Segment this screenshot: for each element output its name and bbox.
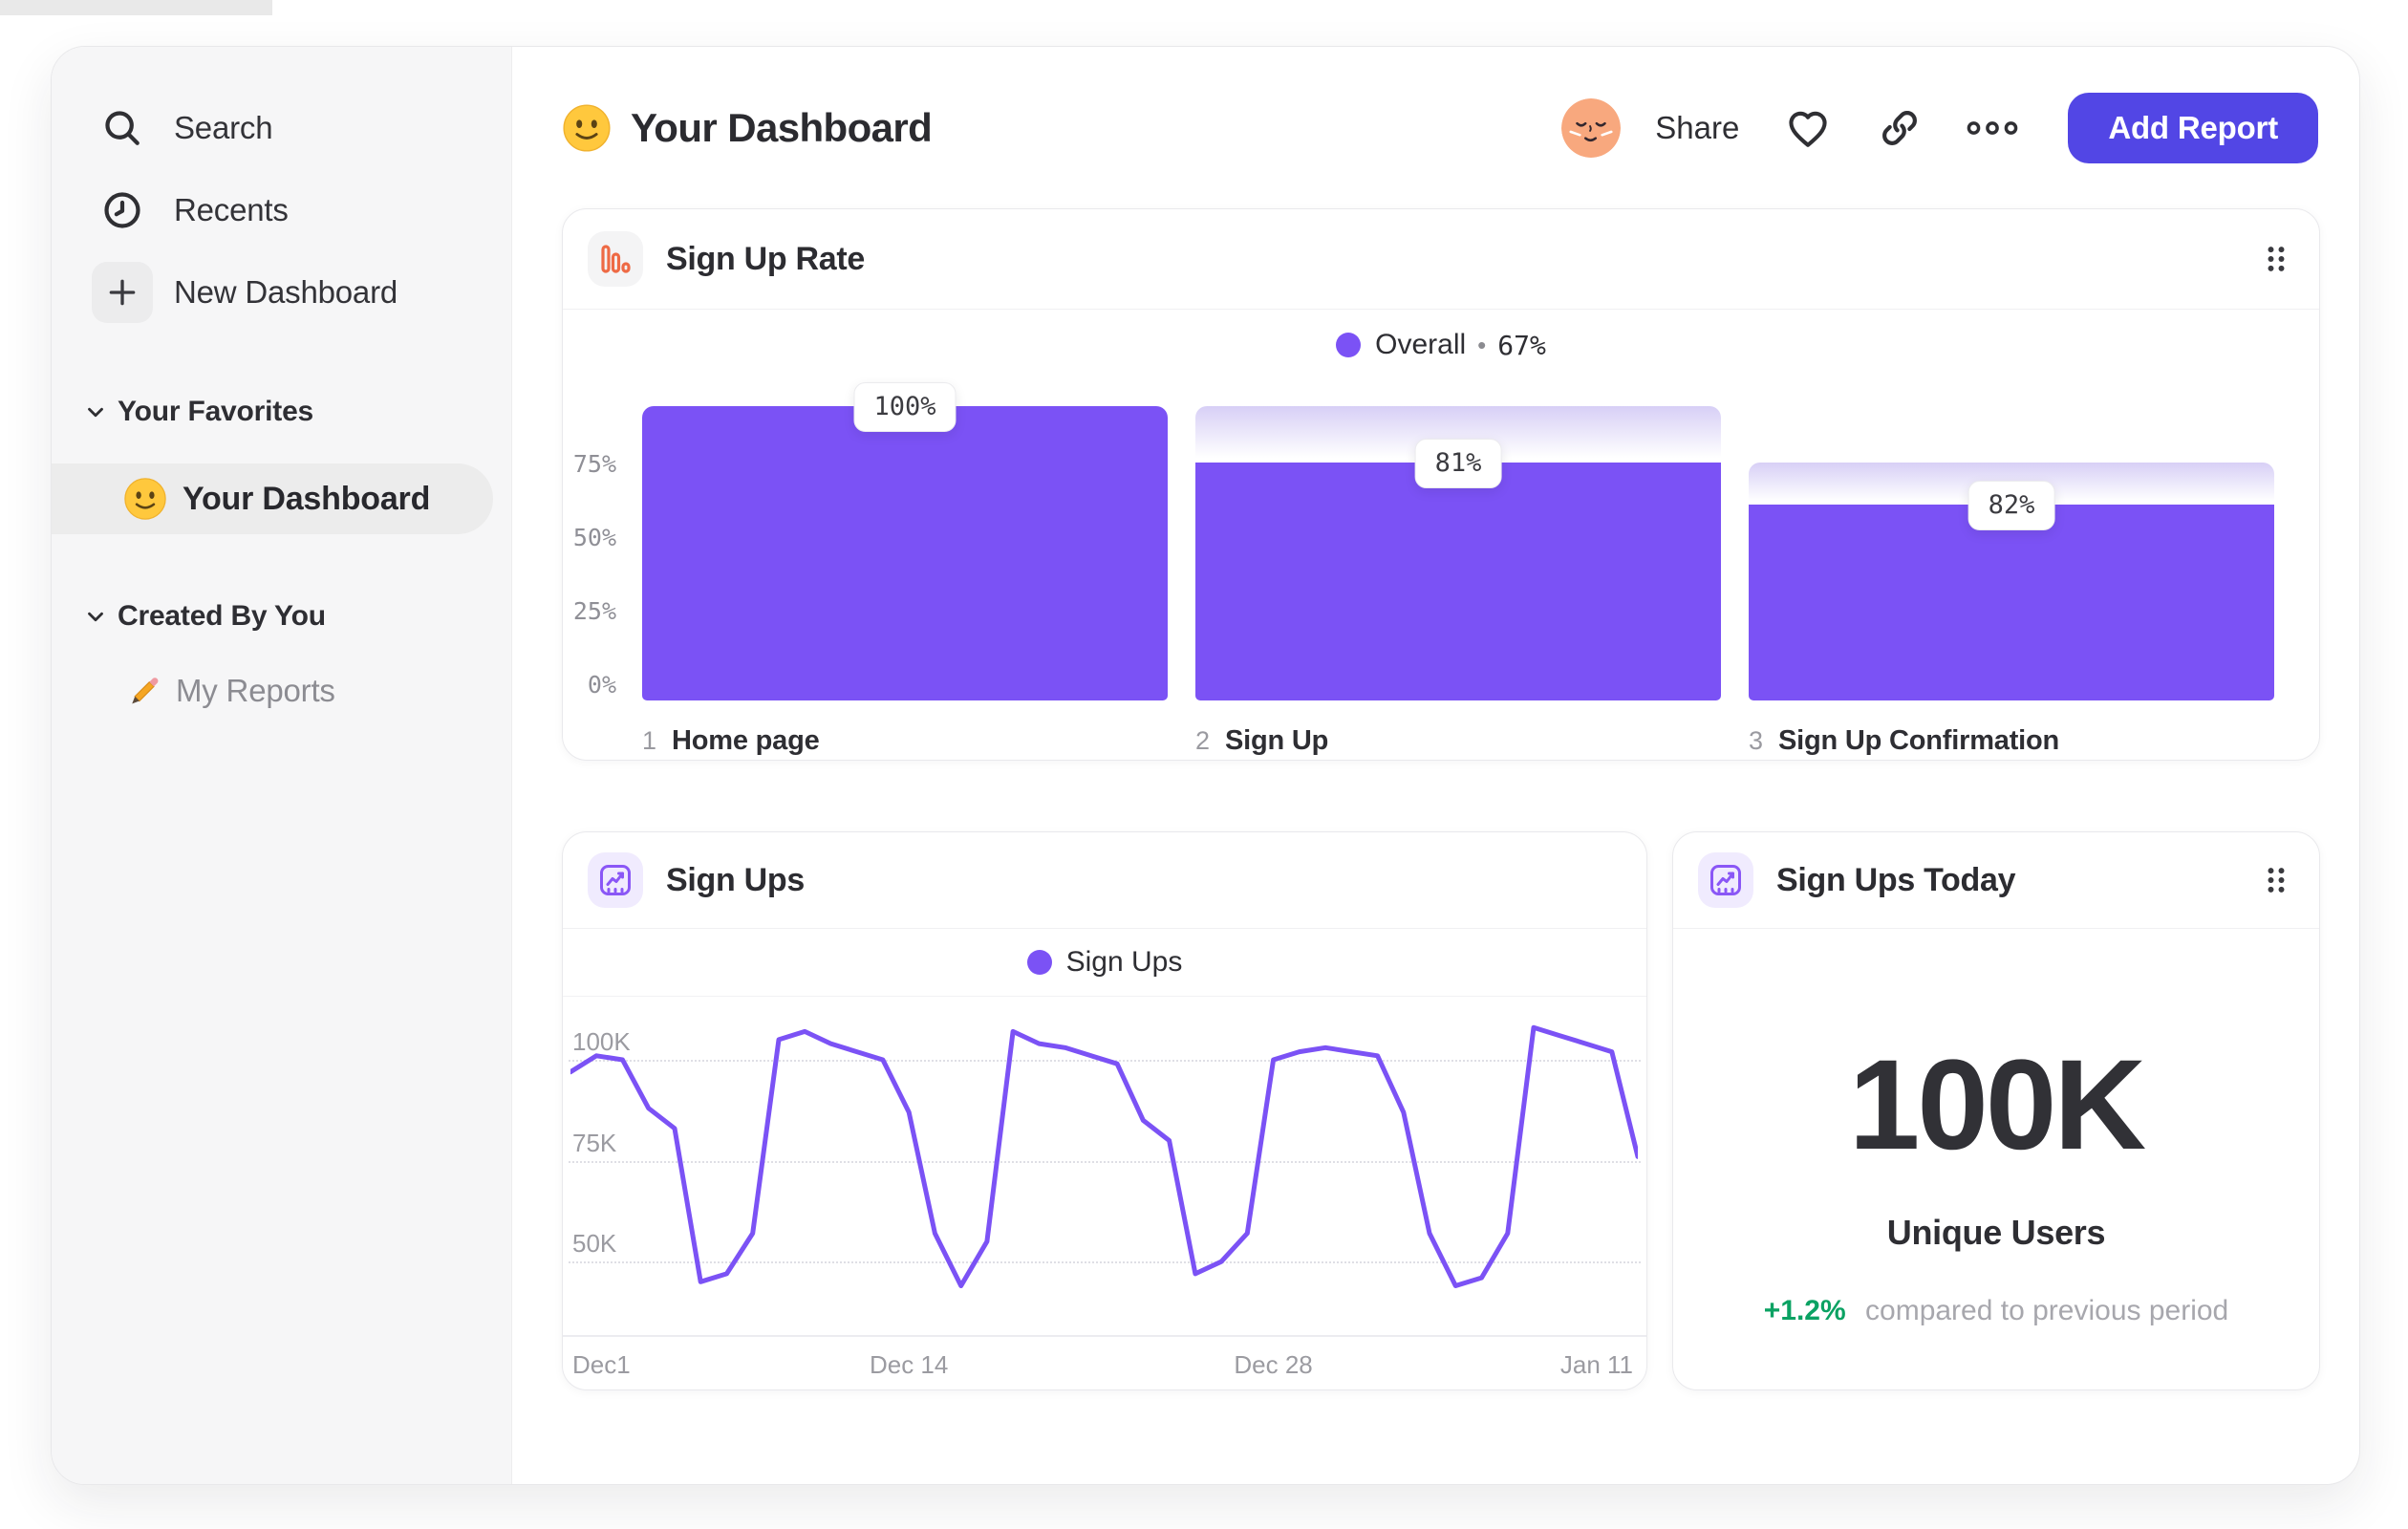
x-axis-tick: Dec1 <box>572 1350 631 1379</box>
search-icon <box>92 97 153 159</box>
sidebar-section-created-by-you[interactable]: Created By You <box>52 588 511 645</box>
conversion-label-chip: 82% <box>1967 481 2055 531</box>
heart-icon[interactable] <box>1783 103 1833 153</box>
line-legend[interactable]: Sign Ups <box>563 928 1646 997</box>
drag-handle-icon[interactable] <box>2266 244 2287 274</box>
conversion-label-chip: 100% <box>853 382 957 432</box>
sign-ups-card: Sign Ups Sign Ups 100K 75K 50K Dec1 Dec 14 D… <box>562 831 1647 1390</box>
sidebar-item-label: My Reports <box>176 673 335 708</box>
smiley-emoji <box>123 477 167 521</box>
kpi-value: 100K <box>1848 1034 2146 1176</box>
card-title: Sign Up Rate <box>666 240 865 277</box>
kpi-comparison-text: compared to previous period <box>1865 1295 2229 1326</box>
page-header: Your Dashboard Share Add Report <box>562 89 2318 167</box>
funnel-legend[interactable]: Overall • 67% <box>563 329 2319 361</box>
funnel-step-label: 1 Home page <box>642 725 820 756</box>
legend-separator: • <box>1477 330 1487 359</box>
sign-ups-today-card: Sign Ups Today 100K Unique Users +1.2% c… <box>1672 831 2320 1390</box>
funnel-bar[interactable]: 82% <box>1749 406 2274 700</box>
clock-icon <box>92 180 153 241</box>
card-header: Sign Ups Today <box>1673 832 2319 929</box>
line-chart-icon <box>1698 852 1753 908</box>
avatar[interactable] <box>1561 98 1622 158</box>
funnel-step-labels: 1 Home page 2 Sign Up 3 Sign Up Confirmation <box>642 725 2274 757</box>
chevron-down-icon <box>83 604 108 629</box>
funnel-bar[interactable]: 100% <box>642 382 1168 700</box>
bar-chart-icon <box>588 231 643 287</box>
app-window: Search Recents New Dashboard Your Favori… <box>51 46 2360 1485</box>
legend-dot <box>1026 949 1052 975</box>
sidebar-item-search[interactable]: Search <box>52 87 511 169</box>
card-header: Sign Ups <box>563 832 1646 929</box>
more-options-icon[interactable] <box>1967 118 2018 139</box>
funnel-step-label: 3 Sign Up Confirmation <box>1749 725 2060 756</box>
sidebar-item-label: New Dashboard <box>174 274 398 310</box>
page-title: Your Dashboard <box>631 105 933 150</box>
y-axis-tick: 25% <box>572 597 616 625</box>
kpi-delta-value: +1.2% <box>1763 1295 1846 1326</box>
x-axis-tick: Jan 11 <box>1559 1350 1633 1379</box>
sidebar-item-new-dashboard[interactable]: New Dashboard <box>52 251 511 334</box>
card-title: Sign Ups <box>666 861 805 898</box>
y-axis-tick: 50% <box>572 524 616 551</box>
funnel-bar-fill <box>1195 462 1721 700</box>
sidebar-section-your-favorites[interactable]: Your Favorites <box>52 383 511 441</box>
link-icon[interactable] <box>1877 105 1923 151</box>
funnel-step-label: 2 Sign Up <box>1195 725 1329 756</box>
conversion-label-chip: 81% <box>1414 438 1502 488</box>
pencil-emoji <box>120 671 161 711</box>
chevron-down-icon <box>83 399 108 424</box>
x-axis-tick: Dec 14 <box>869 1350 949 1379</box>
section-title: Your Favorites <box>118 396 314 427</box>
share-button[interactable]: Share <box>1655 110 1739 146</box>
drag-handle-icon[interactable] <box>2266 865 2287 895</box>
page-title-group: Your Dashboard <box>562 78 933 178</box>
kpi-delta-row: +1.2% compared to previous period <box>1673 1293 2319 1329</box>
header-actions: Share Add Report <box>1561 93 2318 163</box>
line-chart-icon <box>588 852 643 908</box>
sidebar-item-label: Search <box>174 110 273 145</box>
legend-dot <box>1336 333 1362 357</box>
card-title: Sign Ups Today <box>1776 861 2016 898</box>
y-axis-tick: 75% <box>572 450 616 478</box>
legend-label: Overall <box>1375 329 1467 360</box>
sidebar-item-my-reports[interactable]: My Reports <box>52 655 511 727</box>
main-content: Your Dashboard Share Add Report Sign Up … <box>512 47 2359 1484</box>
legend-label: Sign Ups <box>1065 945 1183 978</box>
background-window-edge <box>0 0 272 15</box>
sidebar: Search Recents New Dashboard Your Favori… <box>52 47 512 1484</box>
sidebar-item-recents[interactable]: Recents <box>52 169 511 251</box>
y-axis-tick: 0% <box>587 671 616 699</box>
x-axis-line <box>563 1335 1646 1337</box>
x-axis-tick: Dec 28 <box>1234 1350 1313 1379</box>
card-header: Sign Up Rate <box>563 209 2319 310</box>
sidebar-item-label: Recents <box>174 192 289 227</box>
funnel-bar-fill <box>642 406 1168 700</box>
kpi-caption: Unique Users <box>1886 1213 2106 1252</box>
section-title: Created By You <box>118 600 326 632</box>
funnel-bar[interactable]: 81% <box>1195 406 1721 700</box>
plus-icon <box>92 262 153 323</box>
line-series <box>570 1024 1638 1288</box>
funnel-bar-fill <box>1749 505 2274 700</box>
legend-value: 67% <box>1497 329 1546 361</box>
sidebar-item-label: Your Dashboard <box>183 480 431 517</box>
add-report-button[interactable]: Add Report <box>2068 93 2318 163</box>
smiley-emoji <box>562 103 612 153</box>
sidebar-item-your-dashboard[interactable]: Your Dashboard <box>52 463 493 534</box>
funnel-columns: 100% 81% 82% <box>642 382 2274 700</box>
sign-up-rate-card: Sign Up Rate Overall • 67% 75% 50% 25% 0% 1… <box>562 208 2320 761</box>
